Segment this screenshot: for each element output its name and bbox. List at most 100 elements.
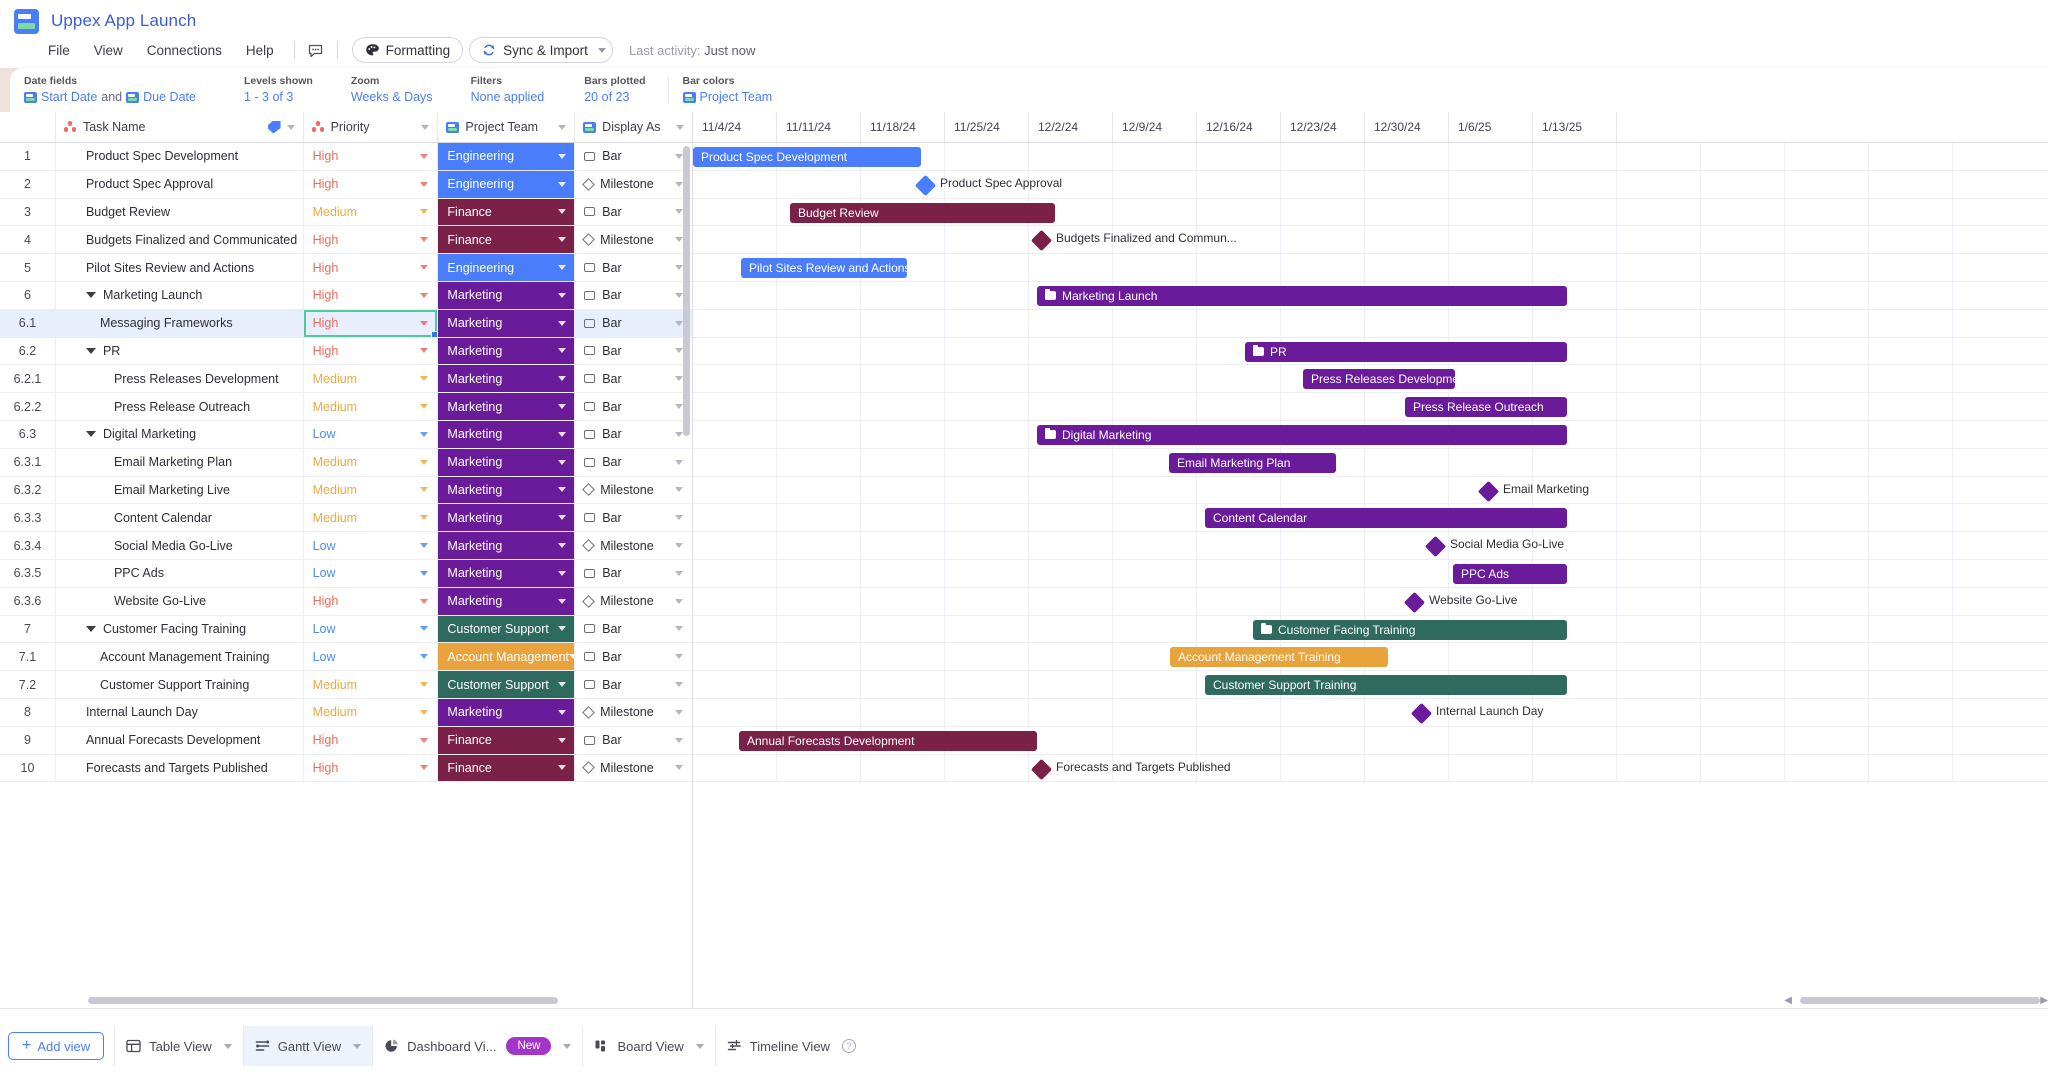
cell-priority[interactable]: High (304, 337, 439, 365)
chevron-down-icon[interactable] (420, 237, 429, 243)
setting-levels-shown[interactable]: Levels shown 1 - 3 of 3 (244, 68, 351, 112)
cell-priority[interactable]: Medium (304, 448, 439, 476)
table-row[interactable]: 6.3.5 PPC Ads Low Marketing Bar (0, 559, 692, 588)
chevron-down-icon[interactable] (675, 292, 683, 298)
gantt-bar[interactable]: Pilot Sites Review and Actions (741, 258, 907, 279)
cell-display-as[interactable]: Milestone (575, 699, 692, 726)
table-row[interactable]: 3 Budget Review Medium Finance Bar (0, 198, 692, 227)
gantt-bar[interactable]: Annual Forecasts Development (739, 730, 1037, 751)
cell-display-as[interactable]: Bar (575, 671, 692, 698)
chevron-down-icon[interactable] (558, 431, 567, 437)
table-row[interactable]: 5 Pilot Sites Review and Actions High Engin… (0, 254, 692, 282)
cell-project-team[interactable]: Marketing (438, 587, 576, 615)
cell-display-as[interactable]: Bar (575, 310, 692, 337)
setting-zoom[interactable]: Zoom Weeks & Days (351, 68, 471, 112)
formatting-button[interactable]: Formatting (351, 37, 464, 63)
gantt-bar[interactable]: PPC Ads (1453, 563, 1567, 584)
cell-project-team[interactable]: Marketing (438, 559, 576, 587)
chevron-down-icon[interactable] (558, 570, 567, 576)
cell-task-name[interactable]: Customer Facing Training (56, 615, 304, 643)
cell-project-team[interactable]: Marketing (438, 365, 576, 393)
chevron-down-icon[interactable] (420, 598, 429, 604)
chevron-down-icon[interactable] (223, 1043, 232, 1049)
cell-task-name[interactable]: Forecasts and Targets Published (56, 754, 304, 782)
cell-priority[interactable]: High (304, 226, 439, 254)
chevron-down-icon[interactable] (558, 320, 567, 326)
gantt-bar[interactable]: Press Release Outreach (1405, 397, 1567, 418)
chevron-down-icon[interactable] (675, 376, 684, 382)
table-row[interactable]: 6.3 Digital Marketing Low Marketing Bar (0, 420, 692, 449)
cell-display-as[interactable]: Bar (575, 338, 692, 365)
gantt-bar[interactable]: Customer Support Training (1205, 675, 1567, 696)
cell-task-name[interactable]: Product Spec Approval (56, 170, 304, 198)
cell-project-team[interactable]: Marketing (438, 698, 576, 726)
gantt-bar[interactable]: Press Releases Development (1303, 369, 1455, 390)
chevron-down-icon[interactable] (558, 543, 567, 549)
setting-value[interactable]: Weeks & Days (351, 89, 433, 105)
chevron-down-icon[interactable] (420, 737, 429, 743)
table-row[interactable]: 1 Product Spec Development High Engineering… (0, 143, 692, 171)
chevron-down-icon[interactable] (675, 626, 683, 632)
bar-colors-value[interactable]: Project Team (700, 89, 773, 105)
cell-project-team[interactable]: Marketing (438, 448, 576, 476)
cell-project-team[interactable]: Finance (438, 226, 576, 254)
setting-value[interactable]: 1 - 3 of 3 (244, 89, 313, 105)
cell-task-name[interactable]: PPC Ads (56, 559, 304, 587)
cell-priority[interactable]: High (304, 254, 439, 281)
gantt-bar[interactable]: Content Calendar (1205, 508, 1567, 529)
cell-task-name[interactable]: PR (56, 337, 304, 365)
chevron-down-icon[interactable] (675, 709, 683, 715)
cell-display-as[interactable]: Milestone (575, 171, 692, 198)
table-horizontal-scrollbar[interactable] (88, 997, 558, 1004)
due-date-value[interactable]: Due Date (143, 89, 196, 105)
cell-priority[interactable]: High (303, 309, 439, 337)
chevron-down-icon[interactable] (675, 598, 684, 604)
cell-task-name[interactable]: Marketing Launch (56, 281, 304, 309)
cell-project-team[interactable]: Marketing (438, 281, 576, 309)
chevron-down-icon[interactable] (558, 709, 567, 715)
view-tab-gantt-view[interactable]: Gantt View (242, 1026, 373, 1066)
cell-priority[interactable]: Medium (304, 365, 439, 393)
cell-display-as[interactable]: Bar (575, 449, 692, 476)
chevron-down-icon[interactable] (421, 124, 430, 130)
chevron-down-icon[interactable] (558, 181, 567, 187)
cell-priority[interactable]: Low (304, 420, 439, 448)
chevron-down-icon[interactable] (675, 431, 683, 437)
chevron-down-icon[interactable] (420, 765, 429, 771)
cell-task-name[interactable]: Digital Marketing (56, 420, 304, 448)
cell-project-team[interactable]: Account Management (438, 643, 576, 671)
cell-display-as[interactable]: Milestone (575, 755, 692, 782)
cell-display-as[interactable]: Bar (575, 643, 692, 670)
cell-task-name[interactable]: Product Spec Development (56, 143, 304, 170)
chevron-down-icon[interactable] (558, 682, 567, 688)
cell-priority[interactable]: Low (304, 559, 439, 587)
cell-task-name[interactable]: Website Go-Live (56, 587, 304, 615)
gantt-bar[interactable]: Account Management Training (1170, 647, 1388, 668)
cell-project-team[interactable]: Marketing (438, 337, 576, 365)
cell-display-as[interactable]: Bar (575, 421, 692, 448)
cell-project-team[interactable]: Marketing (438, 476, 576, 504)
chevron-down-icon[interactable] (558, 737, 567, 743)
chevron-down-icon[interactable] (420, 292, 429, 298)
chevron-down-icon[interactable] (420, 209, 429, 215)
tag-icon[interactable] (267, 120, 281, 134)
cell-priority[interactable]: Medium (304, 671, 439, 698)
start-date-value[interactable]: Start Date (41, 89, 97, 105)
gantt-bar[interactable]: PR (1245, 341, 1567, 362)
chevron-down-icon[interactable] (675, 654, 683, 660)
chevron-down-icon[interactable] (558, 153, 567, 159)
gantt-bar[interactable]: Budget Review (790, 202, 1055, 223)
cell-display-as[interactable]: Bar (575, 393, 692, 420)
chevron-down-icon[interactable] (420, 459, 429, 465)
setting-bars-plotted[interactable]: Bars plotted 20 of 23 (584, 68, 667, 112)
chevron-down-icon[interactable] (563, 1043, 572, 1049)
cell-priority[interactable]: High (304, 754, 439, 782)
chevron-down-icon[interactable] (675, 237, 683, 243)
table-row[interactable]: 7.1 Account Management Training Low Account… (0, 643, 692, 672)
chevron-down-icon[interactable] (675, 404, 684, 410)
menu-item-help[interactable]: Help (234, 39, 286, 62)
chevron-down-icon[interactable] (558, 459, 567, 465)
cell-task-name[interactable]: Account Management Training (56, 643, 304, 671)
cell-task-name[interactable]: Annual Forecasts Development (56, 726, 304, 754)
cell-display-as[interactable]: Bar (575, 560, 692, 587)
